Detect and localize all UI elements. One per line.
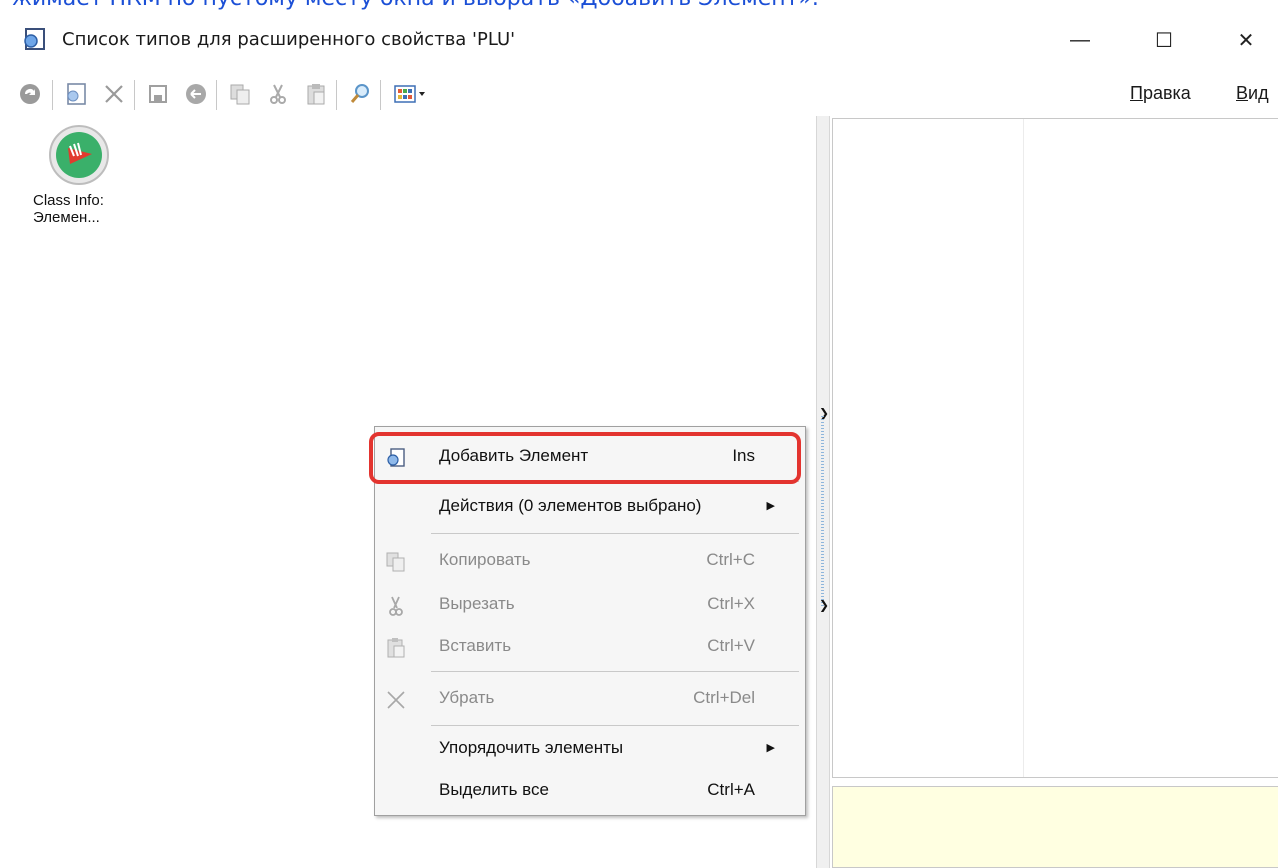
menu-edit[interactable]: Правка (1130, 83, 1191, 104)
save-icon[interactable] (142, 78, 174, 110)
menu-item-shortcut: Ctrl+A (707, 780, 755, 799)
paste-icon (383, 635, 409, 661)
minimize-button[interactable]: — (1040, 14, 1120, 66)
menu-item-remove[interactable]: Убрать Ctrl+Del (375, 679, 805, 719)
menu-separator (431, 533, 799, 534)
menu-item-label: Выделить все (439, 780, 549, 799)
menu-item-shortcut: Ctrl+C (706, 550, 755, 569)
caption-strip: жимает ПКМ по пустому месту окна и выбра… (0, 0, 1278, 14)
menu-item-label: Копировать (439, 550, 531, 569)
app-window: Список типов для расширенного свойства '… (0, 14, 1278, 868)
toolbar-separator (216, 80, 217, 110)
menu-item-label: Убрать (439, 688, 495, 707)
copy-icon[interactable] (224, 78, 256, 110)
menu-view-mnemonic: В (1236, 83, 1249, 103)
submenu-arrow-icon: ▶ (766, 500, 775, 512)
menu-separator (431, 725, 799, 726)
menu-item-select-all[interactable]: Выделить все Ctrl+A (375, 771, 805, 811)
menu-item-shortcut: Ctrl+Del (693, 688, 755, 707)
chevron-right-icon[interactable]: ❯ (819, 598, 829, 612)
cut-icon[interactable] (262, 78, 294, 110)
view-grid-icon[interactable] (390, 78, 434, 110)
pane-splitter[interactable]: ❯ ❯ (816, 116, 830, 868)
undo-icon[interactable] (180, 78, 212, 110)
menu-item-copy[interactable]: Копировать Ctrl+C (375, 541, 805, 581)
close-button[interactable]: ✕ (1206, 14, 1278, 66)
add-element-icon (383, 445, 409, 471)
cut-icon (383, 593, 409, 619)
menu-item-shortcut: Ctrl+V (707, 636, 755, 655)
menu-item-label: Добавить Элемент (439, 446, 589, 465)
toolbar-separator (380, 80, 381, 110)
list-item-label[interactable]: Class Info: Элемен... (33, 192, 133, 226)
menu-view[interactable]: Вид (1236, 83, 1269, 104)
caption-text: жимает ПКМ по пустому месту окна и выбра… (12, 0, 819, 11)
copy-icon (383, 549, 409, 575)
title-bar: Список типов для расширенного свойства '… (0, 14, 1278, 66)
menu-item-actions[interactable]: Действия (0 элементов выбрано) ▶ (375, 487, 805, 527)
window-title: Список типов для расширенного свойства '… (62, 29, 516, 50)
menu-item-paste[interactable]: Вставить Ctrl+V (375, 627, 805, 667)
toolbar-separator (134, 80, 135, 110)
toolbar: Правка Вид (0, 74, 1278, 116)
menu-separator (431, 481, 799, 482)
refresh-icon[interactable] (14, 78, 46, 110)
menu-item-shortcut: Ins (732, 446, 755, 465)
search-icon[interactable] (344, 78, 376, 110)
menu-item-label: Упорядочить элементы (439, 738, 624, 757)
delete-icon[interactable] (98, 78, 130, 110)
menu-edit-mnemonic: П (1130, 83, 1143, 103)
menu-view-label: ид (1248, 83, 1269, 103)
add-element-icon[interactable] (60, 78, 92, 110)
window-icon (24, 28, 45, 50)
menu-item-label: Действия (0 элементов выбрано) (439, 496, 702, 515)
menu-item-label: Вставить (439, 636, 512, 655)
submenu-arrow-icon: ▶ (766, 742, 775, 754)
column-divider (1023, 119, 1024, 777)
menu-edit-label: равка (1142, 83, 1191, 103)
menu-separator (431, 671, 799, 672)
description-pane (832, 786, 1278, 868)
class-info-icon[interactable] (48, 124, 110, 186)
maximize-button[interactable]: ☐ (1124, 14, 1204, 66)
properties-pane[interactable] (832, 118, 1278, 778)
splitter-grip (821, 416, 824, 606)
menu-item-arrange[interactable]: Упорядочить элементы ▶ (375, 729, 805, 769)
toolbar-separator (52, 80, 53, 110)
remove-icon (383, 687, 409, 713)
menu-item-label: Вырезать (439, 594, 515, 613)
context-menu: Добавить Элемент Ins Действия (0 элемент… (374, 426, 806, 816)
toolbar-separator (336, 80, 337, 110)
menu-item-shortcut: Ctrl+X (707, 594, 755, 613)
paste-icon[interactable] (300, 78, 332, 110)
menu-item-add-element[interactable]: Добавить Элемент Ins (375, 437, 805, 477)
menu-item-cut[interactable]: Вырезать Ctrl+X (375, 585, 805, 625)
